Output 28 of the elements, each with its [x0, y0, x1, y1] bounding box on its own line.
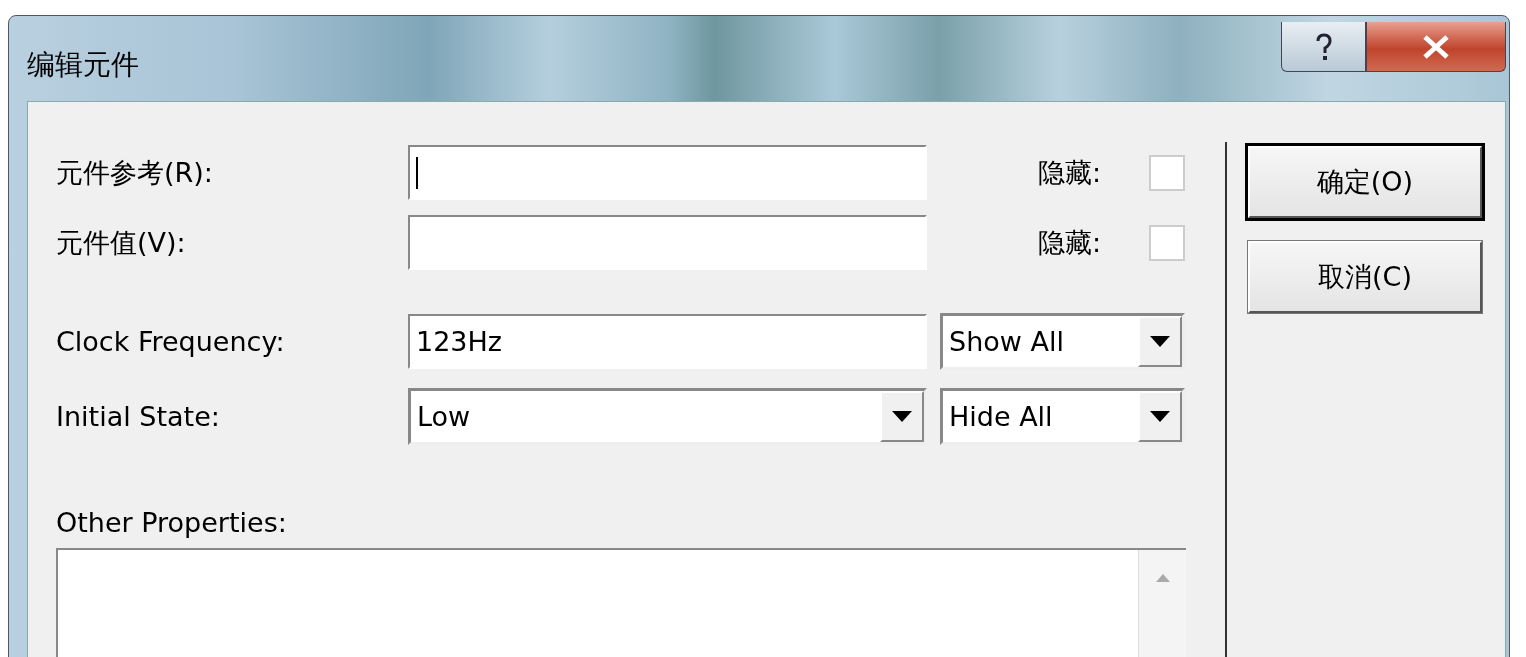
scroll-up-icon [1155, 574, 1170, 582]
dialog-button[interactable]: 确定(O) [1248, 146, 1482, 218]
question-mark-icon [1314, 32, 1333, 61]
input-field[interactable] [408, 145, 927, 200]
input-field[interactable]: 123Hz [408, 314, 927, 369]
window-title: 编辑元件 [27, 47, 139, 83]
property-label: Clock Frequency: [56, 326, 286, 357]
field-label: 元件参考(R): [56, 155, 214, 190]
hide-label: 隐藏: [1037, 225, 1101, 260]
dropdown[interactable]: Hide All [940, 388, 1185, 445]
help-button[interactable] [1281, 22, 1366, 72]
input-field[interactable] [408, 215, 927, 270]
close-button[interactable] [1366, 22, 1506, 72]
checkbox[interactable] [1149, 224, 1185, 261]
dropdown[interactable]: Show All [940, 313, 1185, 370]
dialog-button[interactable]: 取消(C) [1248, 241, 1482, 313]
dropdown-arrow-icon [1150, 336, 1170, 347]
dropdown-arrow-icon [892, 411, 912, 422]
checkbox[interactable] [1149, 154, 1185, 191]
close-icon [1422, 34, 1450, 59]
dropdown[interactable]: Low [408, 388, 927, 445]
dropdown-arrow-icon [1150, 411, 1170, 422]
text-area[interactable] [56, 548, 1186, 657]
field-label: 元件值(V): [56, 225, 187, 260]
hide-label: 隐藏: [1037, 155, 1101, 190]
section-label: Other Properties: [56, 507, 288, 538]
scrollbar[interactable] [1138, 550, 1186, 657]
property-label: Initial State: [56, 401, 221, 432]
